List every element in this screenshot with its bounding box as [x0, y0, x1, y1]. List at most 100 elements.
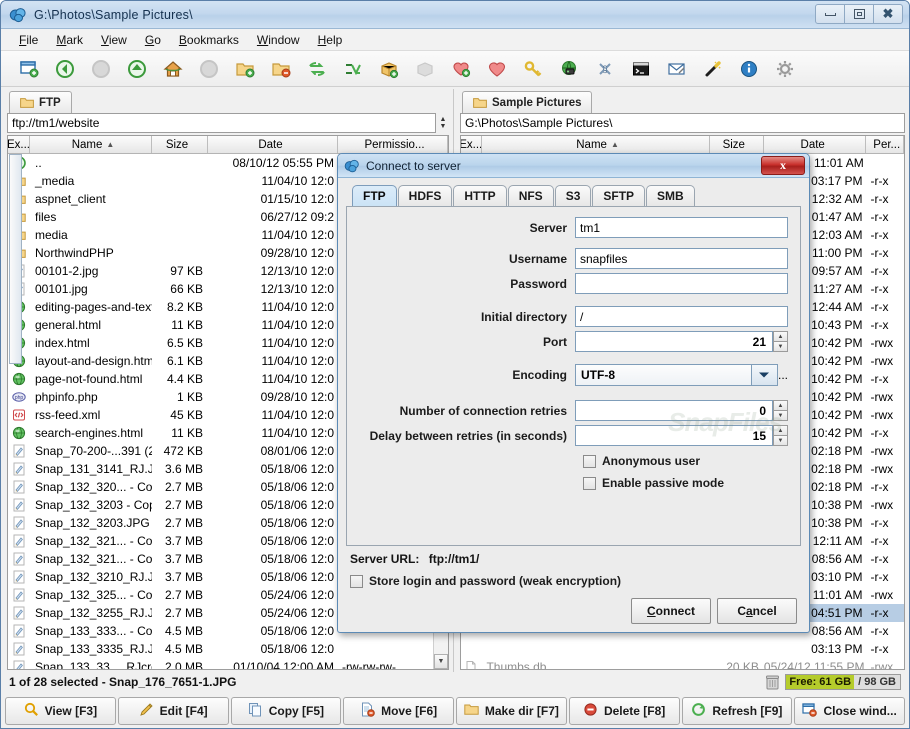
right-col-date[interactable]: Date: [764, 136, 867, 153]
table-row[interactable]: Snap_133_3335_RJ.JPG 4.5 MB 05/18/06 12:0: [8, 640, 448, 658]
table-row[interactable]: Snap_133_33..._RJcrop.JPG 2.0 MB 01/10/04 …: [8, 658, 448, 669]
email-icon[interactable]: [659, 54, 695, 84]
right-tab-sample-pictures[interactable]: Sample Pictures: [462, 91, 593, 113]
retries-stepper-up-icon[interactable]: ▲: [773, 400, 788, 410]
dialog-tab-http[interactable]: HTTP: [453, 185, 507, 206]
delay-stepper[interactable]: ▲ ▼: [773, 425, 788, 446]
row-name: Snap_133_333... - Copy.JPG: [35, 624, 152, 638]
table-row[interactable]: 03:13 PM -r-x: [461, 640, 904, 658]
server-input[interactable]: tm1: [575, 217, 788, 238]
retries-input[interactable]: 0: [575, 400, 773, 421]
terminal-icon[interactable]: [623, 54, 659, 84]
port-stepper-up-icon[interactable]: ▲: [773, 331, 788, 341]
chevron-down-icon[interactable]: [751, 364, 778, 386]
function-button-refresh-f9[interactable]: Refresh [F9]: [681, 697, 793, 725]
delay-stepper-up-icon[interactable]: ▲: [773, 425, 788, 435]
image-file-icon: [13, 570, 25, 584]
anonymous-user-checkbox[interactable]: [583, 454, 596, 468]
menu-help[interactable]: Help: [310, 31, 351, 49]
connect-to-server-icon[interactable]: [551, 54, 587, 84]
username-input[interactable]: snapfiles: [575, 248, 788, 269]
function-button-make-dir-f7[interactable]: Make dir [F7]: [456, 697, 567, 725]
menu-go[interactable]: Go: [137, 31, 169, 49]
retries-stepper-down-icon[interactable]: ▼: [773, 410, 788, 421]
key-icon[interactable]: [515, 54, 551, 84]
function-button-delete-f8[interactable]: Delete [F8]: [568, 697, 680, 725]
dialog-tab-hdfs[interactable]: HDFS: [397, 185, 453, 206]
disconnect-icon[interactable]: §: [587, 54, 623, 84]
image-file-icon: [13, 552, 25, 566]
password-input[interactable]: [575, 273, 788, 294]
info-icon[interactable]: [731, 54, 767, 84]
wand-icon[interactable]: [695, 54, 731, 84]
settings-icon[interactable]: [767, 54, 803, 84]
port-stepper-down-icon[interactable]: ▼: [773, 341, 788, 352]
row-icon: [8, 606, 30, 620]
back-icon[interactable]: [47, 54, 83, 84]
close-button[interactable]: ✖: [873, 4, 903, 24]
port-input[interactable]: 21: [575, 331, 773, 352]
store-login-checkbox[interactable]: [350, 574, 363, 588]
left-scrollbar-thumb[interactable]: [9, 154, 22, 364]
encoding-browse-button[interactable]: ...: [778, 368, 788, 382]
dialog-tab-ftp[interactable]: FTP: [352, 185, 397, 206]
table-row[interactable]: Thumbs.db 20 KB 05/24/12 11:55 PM -rwx: [461, 658, 904, 669]
left-col-name[interactable]: Name ▲: [30, 136, 152, 153]
left-col-size[interactable]: Size: [152, 136, 208, 153]
left-col-date[interactable]: Date: [208, 136, 338, 153]
cancel-button[interactable]: Ca ncel: [717, 598, 797, 624]
row-name: Snap_132_3255_RJ.JPG: [35, 606, 152, 620]
dialog-tab-sftp[interactable]: SFTP: [592, 185, 646, 206]
new-folder-icon[interactable]: [227, 54, 263, 84]
dialog-tab-nfs[interactable]: NFS: [507, 185, 554, 206]
delay-stepper-down-icon[interactable]: ▼: [773, 435, 788, 446]
scroll-down-icon[interactable]: ▼: [434, 654, 448, 669]
passive-mode-checkbox[interactable]: [583, 476, 596, 490]
minimize-button[interactable]: [815, 4, 845, 24]
row-icon: [8, 642, 30, 656]
left-path-input[interactable]: ftp://tm1/website: [7, 113, 436, 133]
menu-view[interactable]: View: [93, 31, 135, 49]
function-button-close-wind[interactable]: Close wind...: [794, 697, 905, 725]
menu-window[interactable]: Window: [249, 31, 308, 49]
connect-button[interactable]: Connect: [631, 598, 711, 624]
left-col-ext[interactable]: Ex...: [8, 136, 30, 153]
menu-mark[interactable]: Mark: [48, 31, 91, 49]
home-icon[interactable]: [155, 54, 191, 84]
dialog-close-button[interactable]: x: [761, 156, 805, 175]
row-name: 00101.jpg: [35, 282, 88, 296]
encoding-select[interactable]: UTF-8: [575, 364, 778, 386]
function-button-view-f3[interactable]: View [F3]: [5, 697, 116, 725]
retries-stepper[interactable]: ▲ ▼: [773, 400, 788, 421]
dialog-tab-smb[interactable]: SMB: [646, 185, 695, 206]
maximize-button[interactable]: [844, 4, 874, 24]
function-button-edit-f4[interactable]: Edit [F4]: [117, 697, 229, 725]
right-col-perm[interactable]: Per...: [866, 136, 904, 153]
passive-mode-label: Enable passive mode: [602, 476, 725, 490]
new-window-icon[interactable]: [11, 54, 47, 84]
delay-input[interactable]: 15: [575, 425, 773, 446]
delete-folder-icon[interactable]: [263, 54, 299, 84]
function-button-copy-f5[interactable]: Copy [F5]: [230, 697, 342, 725]
right-col-ext[interactable]: Ex...: [461, 136, 482, 153]
swap-panels-icon[interactable]: [335, 54, 371, 84]
pack-icon[interactable]: [371, 54, 407, 84]
folder-icon: [473, 97, 487, 108]
menu-file[interactable]: FFileile: [11, 31, 46, 49]
function-button-move-f6[interactable]: Move [F6]: [343, 697, 454, 725]
initial-directory-input[interactable]: /: [575, 306, 788, 327]
port-stepper[interactable]: ▲ ▼: [773, 331, 788, 352]
sync-icon[interactable]: [299, 54, 335, 84]
right-col-name[interactable]: Name ▲: [482, 136, 710, 153]
left-col-perm[interactable]: Permissio...: [338, 136, 448, 153]
bookmarks-icon[interactable]: [479, 54, 515, 84]
left-tab-ftp[interactable]: FTP: [9, 91, 72, 113]
right-col-size[interactable]: Size: [710, 136, 764, 153]
dialog-tab-s3[interactable]: S3: [554, 185, 592, 206]
left-path-nav-icon[interactable]: ▲ ▼: [437, 113, 449, 133]
right-path-input[interactable]: G:\Photos\Sample Pictures\: [460, 113, 905, 133]
add-bookmark-icon[interactable]: [443, 54, 479, 84]
row-permissions: -r-x: [870, 552, 889, 566]
up-icon[interactable]: [119, 54, 155, 84]
menu-bookmarks[interactable]: Bookmarks: [171, 31, 247, 49]
